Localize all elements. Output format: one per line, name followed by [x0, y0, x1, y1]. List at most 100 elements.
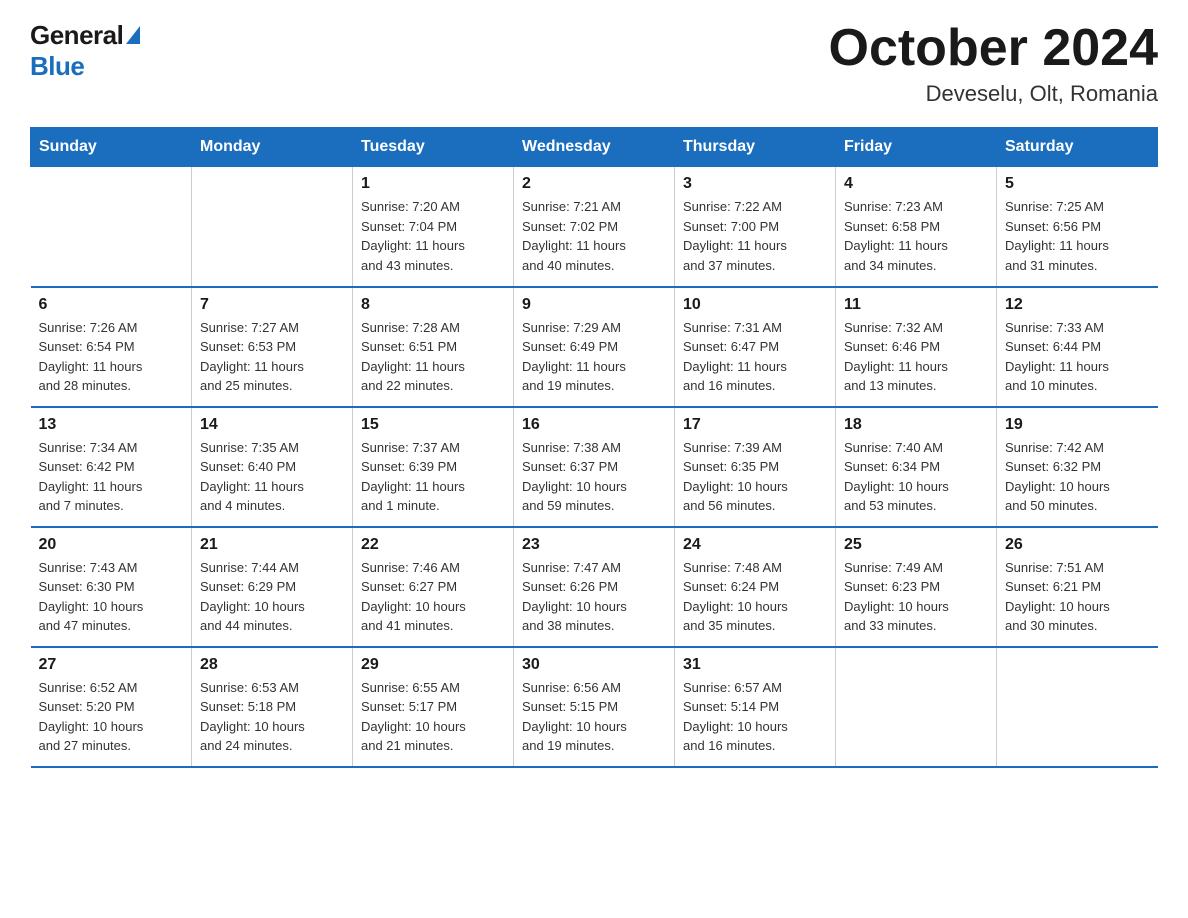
- day-info: Sunrise: 7:42 AM Sunset: 6:32 PM Dayligh…: [1005, 438, 1150, 516]
- day-number: 26: [1005, 536, 1150, 554]
- day-number: 2: [522, 175, 666, 193]
- calendar-cell: 27 Sunrise: 6:52 AM Sunset: 5:20 PM Dayli…: [31, 647, 192, 767]
- calendar-week-2: 6 Sunrise: 7:26 AM Sunset: 6:54 PM Daylig…: [31, 287, 1158, 407]
- day-number: 23: [522, 536, 666, 554]
- day-info: Sunrise: 6:52 AM Sunset: 5:20 PM Dayligh…: [39, 678, 184, 756]
- day-number: 9: [522, 296, 666, 314]
- day-info: Sunrise: 7:26 AM Sunset: 6:54 PM Dayligh…: [39, 318, 184, 396]
- column-header-friday: Friday: [836, 128, 997, 167]
- day-number: 17: [683, 416, 827, 434]
- day-number: 11: [844, 296, 988, 314]
- calendar-cell: 15 Sunrise: 7:37 AM Sunset: 6:39 PM Dayli…: [353, 407, 514, 527]
- calendar-cell: 24Sunrise: 7:48 AM Sunset: 6:24 PM Dayli…: [675, 527, 836, 647]
- calendar-cell: 28Sunrise: 6:53 AM Sunset: 5:18 PM Dayli…: [192, 647, 353, 767]
- calendar-week-4: 20 Sunrise: 7:43 AM Sunset: 6:30 PM Dayli…: [31, 527, 1158, 647]
- month-title: October 2024: [829, 20, 1159, 77]
- day-info: Sunrise: 7:49 AM Sunset: 6:23 PM Dayligh…: [844, 558, 988, 636]
- calendar-cell: 23 Sunrise: 7:47 AM Sunset: 6:26 PM Dayli…: [514, 527, 675, 647]
- day-info: Sunrise: 7:27 AM Sunset: 6:53 PM Dayligh…: [200, 318, 344, 396]
- calendar-cell: [192, 167, 353, 287]
- day-number: 6: [39, 296, 184, 314]
- day-info: Sunrise: 7:40 AM Sunset: 6:34 PM Dayligh…: [844, 438, 988, 516]
- day-info: Sunrise: 7:22 AM Sunset: 7:00 PM Dayligh…: [683, 197, 827, 275]
- day-info: Sunrise: 6:53 AM Sunset: 5:18 PM Dayligh…: [200, 678, 344, 756]
- calendar-cell: 11 Sunrise: 7:32 AM Sunset: 6:46 PM Dayli…: [836, 287, 997, 407]
- title-section: October 2024 Deveselu, Olt, Romania: [829, 20, 1159, 107]
- day-info: Sunrise: 6:57 AM Sunset: 5:14 PM Dayligh…: [683, 678, 827, 756]
- calendar-cell: 4 Sunrise: 7:23 AM Sunset: 6:58 PM Daylig…: [836, 167, 997, 287]
- day-number: 7: [200, 296, 344, 314]
- day-number: 30: [522, 656, 666, 674]
- calendar-header: SundayMondayTuesdayWednesdayThursdayFrid…: [31, 128, 1158, 167]
- column-header-tuesday: Tuesday: [353, 128, 514, 167]
- calendar-cell: 12 Sunrise: 7:33 AM Sunset: 6:44 PM Dayli…: [997, 287, 1158, 407]
- calendar-cell: 2 Sunrise: 7:21 AM Sunset: 7:02 PM Daylig…: [514, 167, 675, 287]
- day-number: 24: [683, 536, 827, 554]
- day-number: 31: [683, 656, 827, 674]
- day-number: 14: [200, 416, 344, 434]
- calendar-cell: 21Sunrise: 7:44 AM Sunset: 6:29 PM Dayli…: [192, 527, 353, 647]
- day-number: 20: [39, 536, 184, 554]
- day-info: Sunrise: 7:34 AM Sunset: 6:42 PM Dayligh…: [39, 438, 184, 516]
- calendar-table: SundayMondayTuesdayWednesdayThursdayFrid…: [30, 127, 1158, 768]
- calendar-cell: 16 Sunrise: 7:38 AM Sunset: 6:37 PM Dayli…: [514, 407, 675, 527]
- calendar-cell: 10 Sunrise: 7:31 AM Sunset: 6:47 PM Dayli…: [675, 287, 836, 407]
- day-info: Sunrise: 7:32 AM Sunset: 6:46 PM Dayligh…: [844, 318, 988, 396]
- day-info: Sunrise: 7:35 AM Sunset: 6:40 PM Dayligh…: [200, 438, 344, 516]
- page-header: General Blue October 2024 Deveselu, Olt,…: [30, 20, 1158, 107]
- day-number: 27: [39, 656, 184, 674]
- calendar-cell: 26Sunrise: 7:51 AM Sunset: 6:21 PM Dayli…: [997, 527, 1158, 647]
- calendar-cell: 19Sunrise: 7:42 AM Sunset: 6:32 PM Dayli…: [997, 407, 1158, 527]
- logo-blue-text: Blue: [30, 51, 84, 82]
- day-info: Sunrise: 6:56 AM Sunset: 5:15 PM Dayligh…: [522, 678, 666, 756]
- day-info: Sunrise: 7:43 AM Sunset: 6:30 PM Dayligh…: [39, 558, 184, 636]
- calendar-cell: 5Sunrise: 7:25 AM Sunset: 6:56 PM Daylig…: [997, 167, 1158, 287]
- calendar-cell: 13 Sunrise: 7:34 AM Sunset: 6:42 PM Dayli…: [31, 407, 192, 527]
- calendar-cell: [31, 167, 192, 287]
- calendar-cell: [836, 647, 997, 767]
- day-number: 15: [361, 416, 505, 434]
- day-number: 5: [1005, 175, 1150, 193]
- calendar-week-1: 1Sunrise: 7:20 AM Sunset: 7:04 PM Daylig…: [31, 167, 1158, 287]
- day-info: Sunrise: 7:23 AM Sunset: 6:58 PM Dayligh…: [844, 197, 988, 275]
- day-number: 1: [361, 175, 505, 193]
- column-header-saturday: Saturday: [997, 128, 1158, 167]
- calendar-cell: 30 Sunrise: 6:56 AM Sunset: 5:15 PM Dayli…: [514, 647, 675, 767]
- day-info: Sunrise: 7:31 AM Sunset: 6:47 PM Dayligh…: [683, 318, 827, 396]
- calendar-cell: 3Sunrise: 7:22 AM Sunset: 7:00 PM Daylig…: [675, 167, 836, 287]
- day-info: Sunrise: 7:47 AM Sunset: 6:26 PM Dayligh…: [522, 558, 666, 636]
- day-number: 29: [361, 656, 505, 674]
- logo: General Blue: [30, 20, 140, 82]
- calendar-cell: 31 Sunrise: 6:57 AM Sunset: 5:14 PM Dayli…: [675, 647, 836, 767]
- day-info: Sunrise: 7:46 AM Sunset: 6:27 PM Dayligh…: [361, 558, 505, 636]
- calendar-cell: 22Sunrise: 7:46 AM Sunset: 6:27 PM Dayli…: [353, 527, 514, 647]
- calendar-cell: 8 Sunrise: 7:28 AM Sunset: 6:51 PM Daylig…: [353, 287, 514, 407]
- calendar-cell: 14 Sunrise: 7:35 AM Sunset: 6:40 PM Dayli…: [192, 407, 353, 527]
- day-number: 8: [361, 296, 505, 314]
- day-info: Sunrise: 7:38 AM Sunset: 6:37 PM Dayligh…: [522, 438, 666, 516]
- day-number: 4: [844, 175, 988, 193]
- calendar-cell: 29Sunrise: 6:55 AM Sunset: 5:17 PM Dayli…: [353, 647, 514, 767]
- day-number: 16: [522, 416, 666, 434]
- day-info: Sunrise: 7:29 AM Sunset: 6:49 PM Dayligh…: [522, 318, 666, 396]
- day-number: 13: [39, 416, 184, 434]
- location: Deveselu, Olt, Romania: [829, 81, 1159, 107]
- calendar-cell: 17 Sunrise: 7:39 AM Sunset: 6:35 PM Dayli…: [675, 407, 836, 527]
- day-number: 12: [1005, 296, 1150, 314]
- day-number: 10: [683, 296, 827, 314]
- day-number: 21: [200, 536, 344, 554]
- day-info: Sunrise: 7:39 AM Sunset: 6:35 PM Dayligh…: [683, 438, 827, 516]
- logo-general-text: General: [30, 20, 123, 51]
- calendar-cell: 20 Sunrise: 7:43 AM Sunset: 6:30 PM Dayli…: [31, 527, 192, 647]
- calendar-cell: 9 Sunrise: 7:29 AM Sunset: 6:49 PM Daylig…: [514, 287, 675, 407]
- day-info: Sunrise: 7:37 AM Sunset: 6:39 PM Dayligh…: [361, 438, 505, 516]
- day-number: 18: [844, 416, 988, 434]
- day-info: Sunrise: 7:28 AM Sunset: 6:51 PM Dayligh…: [361, 318, 505, 396]
- logo-triangle-icon: [126, 26, 140, 44]
- column-header-monday: Monday: [192, 128, 353, 167]
- calendar-cell: 6 Sunrise: 7:26 AM Sunset: 6:54 PM Daylig…: [31, 287, 192, 407]
- calendar-cell: 1Sunrise: 7:20 AM Sunset: 7:04 PM Daylig…: [353, 167, 514, 287]
- day-info: Sunrise: 7:33 AM Sunset: 6:44 PM Dayligh…: [1005, 318, 1150, 396]
- day-info: Sunrise: 7:21 AM Sunset: 7:02 PM Dayligh…: [522, 197, 666, 275]
- calendar-cell: 25Sunrise: 7:49 AM Sunset: 6:23 PM Dayli…: [836, 527, 997, 647]
